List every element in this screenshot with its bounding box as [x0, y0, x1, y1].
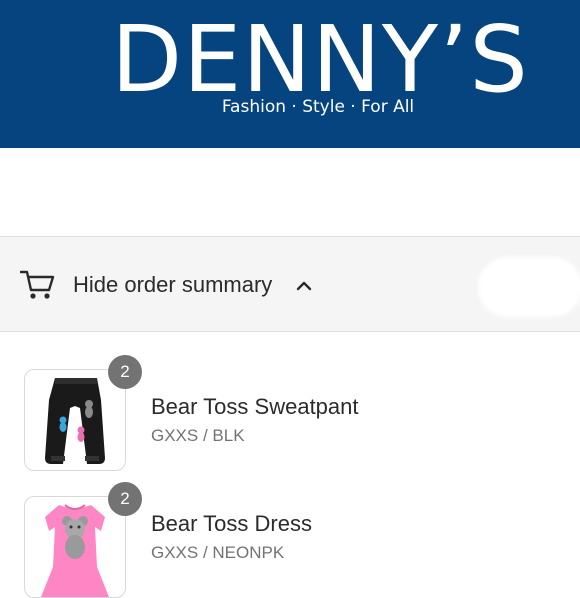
- header-spacer: [0, 148, 580, 236]
- order-summary-toggle[interactable]: Hide order summary: [0, 236, 580, 332]
- item-name: Bear Toss Dress: [151, 511, 312, 536]
- cart-icon: [20, 270, 55, 299]
- line-item: 2 Bear Toss Sweatpant GXXS / BLK: [0, 333, 580, 471]
- line-item: 2 Bear Toss Dress GXXS / NEONPK: [0, 453, 580, 598]
- quantity-badge: 2: [108, 482, 142, 516]
- item-name: Bear Toss Sweatpant: [151, 394, 359, 419]
- store-header: DENNY’S Fashion · Style · For All: [0, 0, 580, 148]
- item-variant: GXXS / NEONPK: [151, 543, 285, 562]
- store-tagline: Fashion · Style · For All: [221, 97, 415, 117]
- product-thumbnail: [24, 496, 126, 598]
- redacted-price: [500, 391, 580, 431]
- line-items: 2 Bear Toss Sweatpant GXXS / BLK 2 Bear …: [0, 333, 580, 598]
- dress-image: [41, 504, 109, 597]
- order-summary-label[interactable]: Hide order summary: [73, 272, 272, 298]
- quantity-badge: 2: [108, 355, 142, 389]
- redacted-total: [478, 257, 580, 317]
- chevron-up-icon: [296, 281, 312, 291]
- item-variant: GXXS / BLK: [151, 426, 245, 445]
- redacted-price: [520, 453, 580, 583]
